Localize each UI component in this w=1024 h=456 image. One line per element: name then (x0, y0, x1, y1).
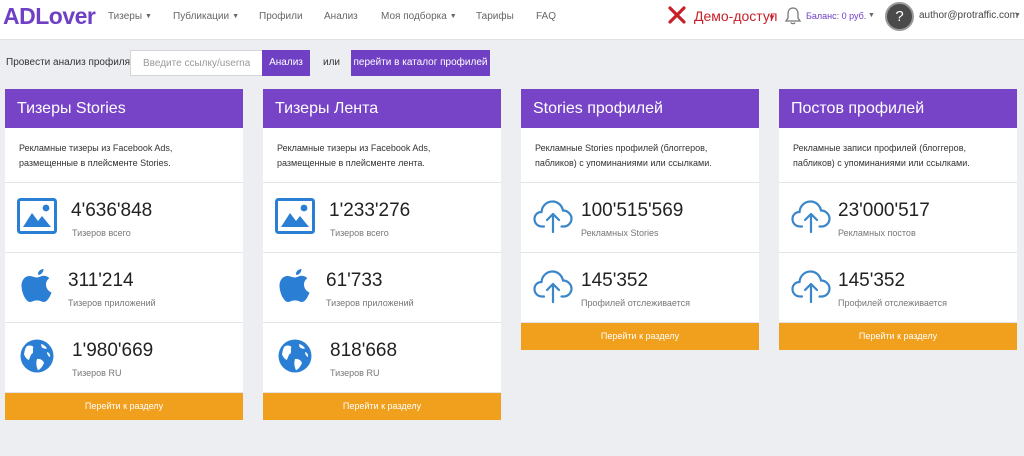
analysis-label: Провести анализ профиля (6, 57, 131, 68)
cloud-upload-icon (791, 198, 831, 234)
balance-menu[interactable]: Баланс: 0 руб. (806, 11, 866, 21)
stat-label: Тизеров приложений (326, 298, 414, 308)
card-profile-stories: Stories профилей Рекламные Stories профи… (521, 89, 759, 350)
go-to-section-button[interactable]: Перейти к разделу (5, 393, 243, 420)
globe-icon (17, 338, 57, 374)
stat-row: 100'515'569 Рекламных Stories (521, 183, 759, 253)
card-title: Постов профилей (779, 89, 1017, 128)
card-description: Рекламные тизеры из Facebook Ads, размещ… (5, 128, 243, 183)
stat-row: 1'980'669 Тизеров RU (5, 323, 243, 393)
stat-value: 23'000'517 (838, 200, 930, 221)
stat-label: Тизеров всего (330, 228, 389, 238)
demo-access-menu[interactable]: Демо-доступ (694, 8, 777, 24)
chevron-down-icon: ▼ (232, 13, 239, 20)
profile-catalog-button[interactable]: перейти в каталог профилей (351, 50, 490, 76)
stat-row: 145'352 Профилей отслеживается (779, 253, 1017, 323)
analyze-button[interactable]: Анализ (262, 50, 310, 76)
stat-value: 61'733 (326, 270, 383, 291)
cloud-upload-icon (533, 268, 573, 304)
stat-label: Тизеров RU (72, 368, 122, 378)
stat-value: 100'515'569 (581, 200, 684, 221)
stat-value: 1'233'276 (329, 200, 411, 221)
stat-row: 4'636'848 Тизеров всего (5, 183, 243, 253)
nav-item-my-selection[interactable]: Моя подборка ▼ (381, 11, 457, 22)
card-description: Рекламные Stories профилей (блоггеров, п… (521, 128, 759, 183)
globe-icon (275, 338, 315, 374)
stat-label: Рекламных постов (838, 228, 916, 238)
stat-value: 1'980'669 (72, 340, 154, 361)
stat-label: Тизеров всего (72, 228, 131, 238)
cloud-upload-icon (791, 268, 831, 304)
avatar[interactable]: ? (885, 2, 914, 31)
close-icon[interactable] (668, 6, 686, 24)
bell-icon[interactable] (784, 6, 802, 26)
stat-label: Профилей отслеживается (838, 298, 948, 308)
profile-link-input[interactable] (130, 50, 262, 76)
nav-item-faq[interactable]: FAQ (536, 11, 556, 22)
go-to-section-button[interactable]: Перейти к разделу (779, 323, 1017, 350)
logo[interactable]: ADLover (3, 3, 96, 30)
card-title: Stories профилей (521, 89, 759, 128)
nav-item-tariffs[interactable]: Тарифы (476, 11, 514, 22)
chevron-down-icon: ▼ (449, 13, 457, 20)
nav-item-analysis[interactable]: Анализ (324, 11, 358, 22)
stat-label: Тизеров приложений (68, 298, 156, 308)
image-icon (17, 198, 57, 234)
cloud-upload-icon (533, 198, 573, 234)
or-separator: или (323, 57, 341, 68)
stat-label: Тизеров RU (330, 368, 380, 378)
stat-value: 145'352 (581, 270, 649, 291)
chevron-down-icon: ▼ (768, 13, 776, 22)
top-navbar: ADLover Тизеры ▼ Публикации ▼ Профили Анал… (0, 0, 1024, 40)
image-icon (275, 198, 315, 234)
card-title: Тизеры Stories (5, 89, 243, 128)
stat-row: 23'000'517 Рекламных постов (779, 183, 1017, 253)
stat-row: 1'233'276 Тизеров всего (263, 183, 501, 253)
nav-item-teasers[interactable]: Тизеры ▼ (108, 11, 152, 22)
nav-item-profiles[interactable]: Профили (259, 11, 303, 22)
card-feed-teasers: Тизеры Лента Рекламные тизеры из Faceboo… (263, 89, 501, 420)
stat-value: 145'352 (838, 270, 906, 291)
card-description: Рекламные тизеры из Facebook Ads, размещ… (263, 128, 501, 183)
chevron-down-icon: ▼ (1014, 12, 1021, 19)
go-to-section-button[interactable]: Перейти к разделу (521, 323, 759, 350)
stat-label: Рекламных Stories (581, 228, 659, 238)
stat-value: 818'668 (330, 340, 398, 361)
user-menu[interactable]: author@protraffic.com (919, 10, 1018, 21)
stat-row: 311'214 Тизеров приложений (5, 253, 243, 323)
stat-row: 145'352 Профилей отслеживается (521, 253, 759, 323)
apple-icon (275, 268, 315, 304)
card-title: Тизеры Лента (263, 89, 501, 128)
go-to-section-button[interactable]: Перейти к разделу (263, 393, 501, 420)
apple-icon (17, 268, 57, 304)
chevron-down-icon: ▼ (868, 12, 875, 19)
nav-item-publications[interactable]: Публикации ▼ (173, 11, 239, 22)
chevron-down-icon: ▼ (145, 13, 152, 20)
card-profile-posts: Постов профилей Рекламные записи профиле… (779, 89, 1017, 350)
card-stories-teasers: Тизеры Stories Рекламные тизеры из Faceb… (5, 89, 243, 420)
stat-row: 818'668 Тизеров RU (263, 323, 501, 393)
card-description: Рекламные записи профилей (блоггеров, па… (779, 128, 1017, 183)
stat-value: 311'214 (68, 270, 134, 291)
stat-label: Профилей отслеживается (581, 298, 691, 308)
stat-value: 4'636'848 (71, 200, 153, 221)
stat-row: 61'733 Тизеров приложений (263, 253, 501, 323)
